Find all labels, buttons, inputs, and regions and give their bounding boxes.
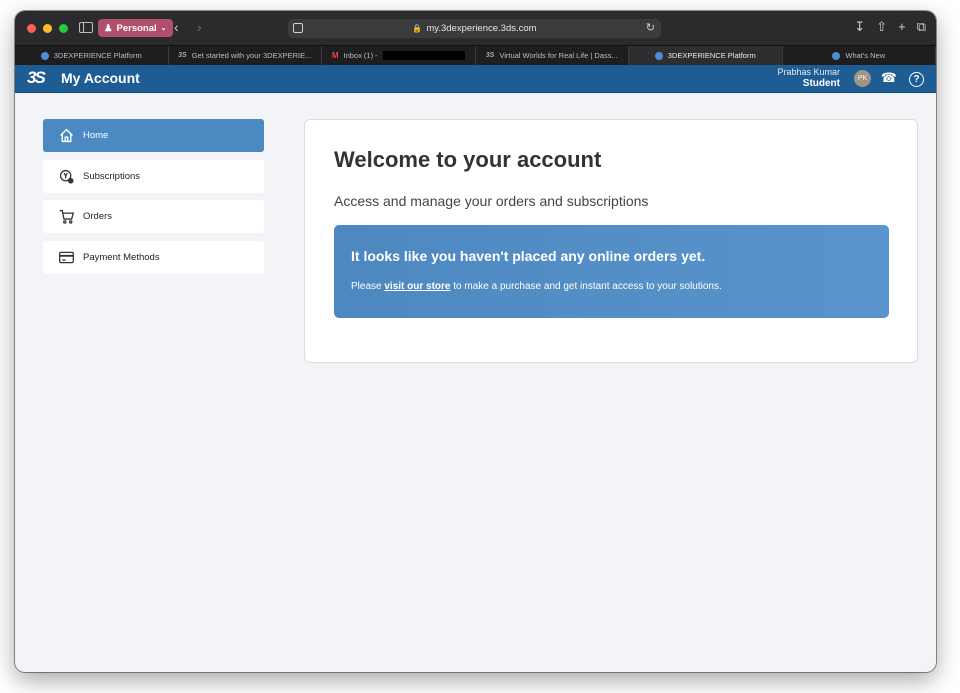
new-tab-icon[interactable]: + (898, 20, 906, 34)
share-icon[interactable]: ⇧ (876, 20, 887, 34)
credit-card-icon (57, 248, 75, 266)
browser-toolbar: ♟ Personal ⌄ ‹ › 🔒 my.3dexperience.3ds.c… (15, 11, 936, 45)
sidebar-item-label: Orders (83, 211, 113, 222)
browser-window: ♟ Personal ⌄ ‹ › 🔒 my.3dexperience.3ds.c… (15, 11, 936, 672)
back-icon[interactable]: ‹ (174, 20, 179, 34)
profile-button[interactable]: ♟ Personal ⌄ (98, 19, 173, 37)
sidebar-item-subscriptions[interactable]: Subscriptions (43, 159, 264, 193)
forward-icon[interactable]: › (197, 20, 202, 34)
sidebar-item-home[interactable]: Home (43, 119, 264, 152)
ds-icon: 3S (485, 52, 495, 59)
user-info[interactable]: Prabhas Kumar Student (777, 67, 840, 89)
notice-suffix: to make a purchase and get instant acces… (453, 281, 722, 292)
tab-3dexperience-platform-active[interactable]: 3DEXPERIENCE Platform (629, 46, 783, 65)
redaction-bar (382, 51, 465, 60)
ds-icon: 3S (178, 52, 187, 59)
ds-logo[interactable]: 3S (27, 68, 46, 88)
sidebar-item-label: Payment Methods (83, 251, 160, 263)
close-window-button[interactable] (27, 24, 36, 33)
window-controls (27, 24, 68, 33)
tab-label: Inbox (1) - (343, 51, 378, 60)
lock-icon: 🔒 (412, 24, 423, 33)
welcome-subtitle: Access and manage your orders and subscr… (334, 193, 649, 209)
globe-icon (654, 51, 663, 60)
zoom-window-button[interactable] (59, 24, 68, 33)
page-settings-icon[interactable] (293, 23, 303, 33)
tab-label: Virtual Worlds for Real Life | Dass... (499, 51, 618, 60)
help-icon[interactable]: ? (909, 72, 924, 87)
avatar[interactable]: PK (854, 70, 871, 87)
tab-whats-new[interactable]: What's New (783, 46, 936, 65)
home-icon (57, 127, 75, 145)
address-bar[interactable]: 🔒 my.3dexperience.3ds.com ↻ (288, 19, 661, 38)
sidebar-item-label: Subscriptions (83, 170, 141, 182)
download-icon[interactable]: ↧ (854, 20, 865, 34)
globe-icon (832, 51, 841, 60)
account-sidebar: Home Subscriptions Orders Payment Method… (43, 119, 264, 281)
toolbar-actions: ↧ ⇧ + ⧉ (854, 20, 926, 34)
sidebar-toggle-icon[interactable] (79, 22, 93, 33)
tab-label: 3DEXPERIENCE Platform (667, 51, 756, 60)
user-name: Prabhas Kumar (777, 67, 840, 77)
notifications-icon[interactable]: ☎ (881, 70, 897, 86)
sidebar-item-label: Home (83, 130, 109, 141)
sidebar-item-orders[interactable]: Orders (43, 200, 264, 233)
tab-bar: 3DEXPERIENCE Platform 3S Get started wit… (15, 45, 936, 65)
tab-inbox[interactable]: M Inbox (1) - (322, 46, 476, 65)
page-title: My Account (61, 70, 140, 86)
app-header: 3S My Account Prabhas Kumar Student PK ☎… (15, 65, 936, 93)
notice-title: It looks like you haven't placed any onl… (351, 248, 706, 264)
tab-label: What's New (845, 51, 886, 60)
no-orders-notice: It looks like you haven't placed any onl… (334, 225, 889, 318)
user-role: Student (802, 78, 840, 89)
url-text: my.3dexperience.3ds.com (426, 23, 537, 34)
cart-icon (57, 208, 75, 226)
minimize-window-button[interactable] (43, 24, 52, 33)
person-icon: ♟ (104, 22, 113, 34)
tab-label: 3DEXPERIENCE Platform (53, 51, 142, 60)
tab-virtual-worlds[interactable]: 3S Virtual Worlds for Real Life | Dass..… (476, 46, 629, 65)
welcome-title: Welcome to your account (334, 147, 602, 172)
subscriptions-icon (57, 167, 75, 185)
notice-prefix: Please (351, 281, 382, 292)
tab-overview-icon[interactable]: ⧉ (917, 20, 926, 34)
tab-get-started[interactable]: 3S Get started with your 3DEXPERIE... (169, 46, 322, 65)
chevron-down-icon: ⌄ (160, 25, 167, 32)
tab-3dexperience-platform[interactable]: 3DEXPERIENCE Platform (15, 46, 169, 65)
profile-label: Personal (116, 22, 157, 34)
visit-store-link[interactable]: visit our store (384, 281, 450, 292)
reload-icon[interactable]: ↻ (646, 21, 655, 34)
tab-label: Get started with your 3DEXPERIE... (191, 51, 312, 60)
sidebar-item-payment-methods[interactable]: Payment Methods (43, 240, 264, 274)
globe-icon (40, 51, 49, 60)
welcome-card: Welcome to your account Access and manag… (304, 119, 918, 363)
gmail-icon: M (331, 51, 339, 60)
notice-body: Please visit our store to make a purchas… (351, 281, 722, 292)
